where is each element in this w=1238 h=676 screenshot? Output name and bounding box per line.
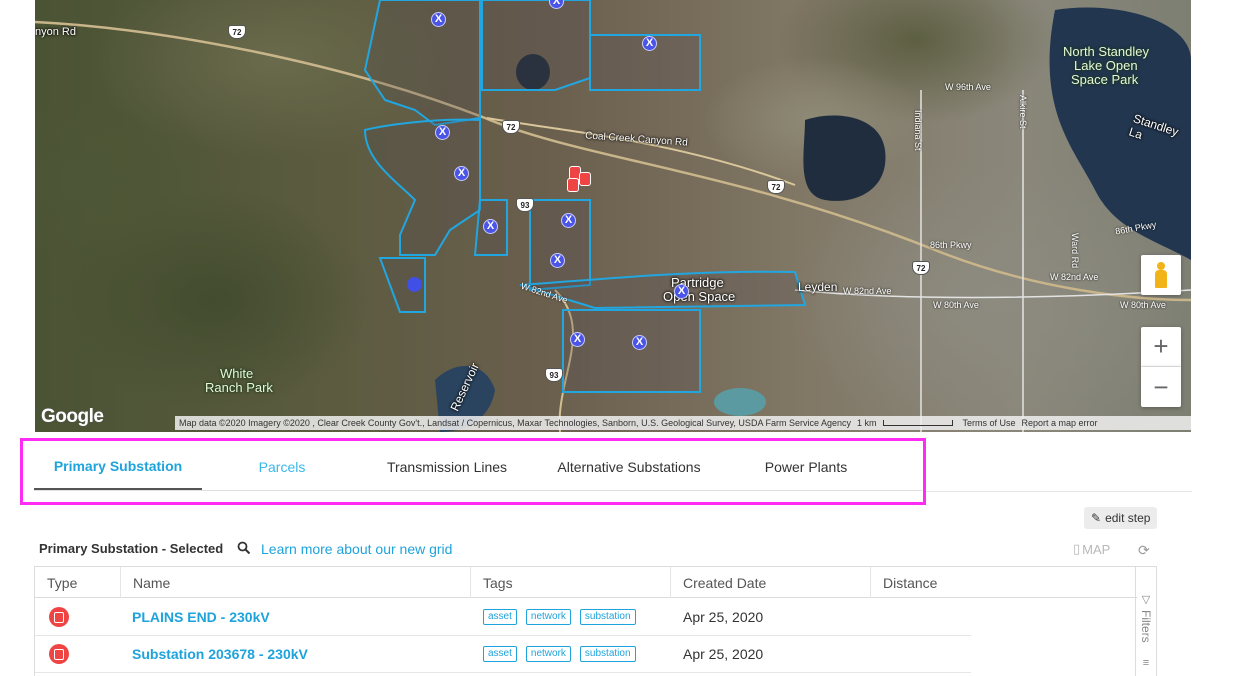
road-label: 86th Pkwy <box>930 240 972 250</box>
map-label: White <box>220 366 254 381</box>
tag-badge[interactable]: network <box>525 609 571 625</box>
column-header-created-date[interactable]: Created Date <box>671 567 871 598</box>
refresh-icon[interactable]: ⟳ <box>1138 542 1150 559</box>
lake <box>803 115 886 201</box>
column-header-distance[interactable]: Distance <box>871 567 971 598</box>
substation-marker[interactable] <box>579 172 591 186</box>
substation-icon <box>49 644 69 664</box>
road-label: Ward Rd <box>1070 233 1080 269</box>
section-title: Primary Substation - Selected <box>39 541 224 556</box>
map-overlay <box>35 0 1191 432</box>
created-date: Apr 25, 2020 <box>683 646 764 662</box>
parcel-marker[interactable]: X <box>570 332 585 347</box>
parcel-marker[interactable]: X <box>483 219 498 234</box>
substation-marker[interactable] <box>567 178 579 192</box>
filters-label: Filters <box>1139 610 1153 643</box>
parcel-marker[interactable]: X <box>632 335 647 350</box>
map-label: nyon Rd <box>35 26 76 38</box>
pond-2 <box>714 388 766 416</box>
tag-badge[interactable]: asset <box>483 609 517 625</box>
search-icon[interactable] <box>237 541 251 555</box>
tab-power-plants[interactable]: Power Plants <box>726 444 886 490</box>
table-header-spacer <box>971 567 1137 598</box>
attribution-text: Map data ©2020 Imagery ©2020 , Clear Cre… <box>179 418 851 428</box>
tag-badge[interactable]: substation <box>579 609 636 625</box>
table-row[interactable]: PLAINS END - 230kV asset network substat… <box>35 599 971 636</box>
substation-icon <box>49 607 69 627</box>
tab-transmission-lines[interactable]: Transmission Lines <box>362 444 532 490</box>
tag-badge[interactable]: network <box>525 646 571 662</box>
column-header-tags[interactable]: Tags <box>471 567 671 598</box>
parcel <box>363 0 481 127</box>
google-logo: Google <box>41 406 104 427</box>
column-header-name[interactable]: Name <box>121 567 471 598</box>
zoom-in-button[interactable]: + <box>1141 327 1181 367</box>
highway-shield: 72 <box>228 25 246 39</box>
tab-primary-substation[interactable]: Primary Substation <box>34 444 202 490</box>
highway-shield: 93 <box>516 198 534 212</box>
terms-link[interactable]: Terms of Use <box>963 418 1016 428</box>
scale-bar <box>882 420 953 426</box>
highway-shield: 72 <box>912 261 930 275</box>
selected-point-marker[interactable] <box>407 277 422 292</box>
tag-badge[interactable]: substation <box>579 646 636 662</box>
parcel-marker[interactable]: X <box>550 253 565 268</box>
tab-divider <box>926 491 1192 492</box>
pencil-icon: ✎ <box>1091 511 1102 525</box>
parcel <box>363 118 481 256</box>
parcel <box>481 0 591 91</box>
substation-table: Type Name Tags Created Date Distance PLA… <box>34 566 1157 676</box>
road-label: W 80th Ave <box>933 300 979 310</box>
map-icon: ▯ <box>1073 541 1081 556</box>
road-label: W 82nd Ave <box>843 286 892 296</box>
road-label: W 82nd Ave <box>1050 272 1099 282</box>
highway-shield: 72 <box>767 180 785 194</box>
zoom-out-button[interactable]: − <box>1141 367 1181 407</box>
tag-badge[interactable]: asset <box>483 646 517 662</box>
road-label: W 80th Ave <box>1120 300 1166 310</box>
pegman-icon <box>1155 262 1167 288</box>
created-date: Apr 25, 2020 <box>683 609 764 625</box>
tab-parcels[interactable]: Parcels <box>202 444 362 490</box>
table-header: Type Name Tags Created Date Distance <box>35 567 971 598</box>
map-view[interactable]: nyon Rd North Standley Lake Open Space P… <box>35 0 1191 432</box>
parcel-marker[interactable]: X <box>642 36 657 51</box>
edit-step-label: edit step <box>1105 511 1151 525</box>
substation-name-link[interactable]: Substation 203678 - 230kV <box>132 646 308 662</box>
table-row[interactable]: Substation 203678 - 230kV asset network … <box>35 636 971 673</box>
step-tabs: Primary Substation Parcels Transmission … <box>34 445 922 491</box>
column-header-type[interactable]: Type <box>35 567 121 598</box>
parcel <box>562 309 701 393</box>
map-label: Ranch Park <box>205 380 273 395</box>
road-label: W 96th Ave <box>945 82 991 92</box>
parcel-marker[interactable]: X <box>674 284 689 299</box>
menu-lines-icon: ≡ <box>1142 656 1150 669</box>
parcel-marker[interactable]: X <box>431 12 446 27</box>
report-error-link[interactable]: Report a map error <box>1022 418 1098 428</box>
learn-more-link[interactable]: Learn more about our new grid <box>261 541 452 557</box>
highway-shield: 93 <box>545 368 563 382</box>
parcel-marker[interactable]: X <box>454 166 469 181</box>
street-view-pegman[interactable] <box>1141 255 1181 295</box>
parcel-marker[interactable]: X <box>561 213 576 228</box>
map-toggle-button[interactable]: ▯ MAP <box>1073 541 1110 557</box>
highway-shield: 72 <box>502 120 520 134</box>
map-label: Lake Open <box>1074 58 1138 73</box>
road <box>486 117 796 186</box>
filter-icon: ▽ <box>1141 594 1151 606</box>
parcel-marker[interactable]: X <box>435 125 450 140</box>
map-toggle-label: MAP <box>1082 541 1111 557</box>
parcel <box>529 199 591 292</box>
filters-sidebar-toggle[interactable]: ▽ Filters ≡ <box>1135 567 1156 676</box>
substation-name-link[interactable]: PLAINS END - 230kV <box>132 609 270 625</box>
edit-step-button[interactable]: ✎ edit step <box>1084 507 1158 529</box>
road-label: Alkire St <box>1018 95 1028 129</box>
map-attribution: Map data ©2020 Imagery ©2020 , Clear Cre… <box>175 416 1191 430</box>
scale-label: 1 km <box>856 418 877 428</box>
map-label: Leyden <box>798 280 838 294</box>
tab-alternative-substations[interactable]: Alternative Substations <box>532 444 726 490</box>
road-label: Indiana St <box>913 110 923 151</box>
map-label: North Standley <box>1063 44 1149 59</box>
map-label: Space Park <box>1071 72 1139 87</box>
